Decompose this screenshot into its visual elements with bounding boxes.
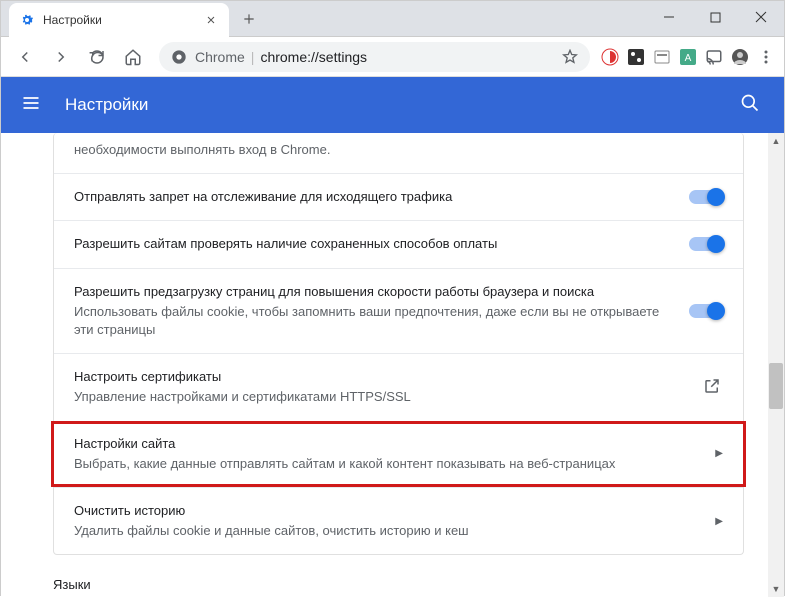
close-tab-icon[interactable] [203,12,219,28]
preload-row[interactable]: Разрешить предзагрузку страниц для повыш… [54,268,743,354]
content-area: необходимости выполнять вход в Chrome. О… [1,133,784,597]
payment-toggle[interactable] [689,237,723,251]
chrome-logo-icon [171,49,187,65]
dnt-row[interactable]: Отправлять запрет на отслеживание для ис… [54,173,743,220]
signin-row-tail: необходимости выполнять вход в Chrome. [54,133,743,173]
scroll-down-icon[interactable]: ▼ [768,581,784,597]
back-button[interactable] [9,41,41,73]
menu-icon[interactable] [21,93,45,117]
preload-toggle[interactable] [689,304,723,318]
chevron-right-icon: ▶ [715,516,723,527]
extension-icon-4[interactable]: A [678,47,698,67]
extension-icons: A [600,47,776,67]
browser-menu-icon[interactable] [756,47,776,67]
privacy-card: необходимости выполнять вход в Chrome. О… [53,133,744,555]
languages-section-label: Языки [53,577,784,592]
page-title: Настройки [65,95,740,115]
certificates-row[interactable]: Настроить сертификаты Управление настрой… [54,353,743,420]
dnt-toggle[interactable] [689,190,723,204]
address-scheme: Chrome [195,49,245,65]
new-tab-button[interactable] [235,5,263,33]
chevron-right-icon: ▶ [715,448,723,459]
profile-avatar-icon[interactable] [730,47,750,67]
window-titlebar: Настройки [1,1,784,37]
site-title: Настройки сайта [74,435,695,453]
maximize-button[interactable] [692,1,738,33]
dnt-label: Отправлять запрет на отслеживание для ис… [74,188,669,206]
preload-sub: Использовать файлы cookie, чтобы запомни… [74,303,669,339]
close-window-button[interactable] [738,1,784,33]
search-icon[interactable] [740,93,764,117]
scrollbar-thumb[interactable] [769,363,783,409]
minimize-button[interactable] [646,1,692,33]
address-separator: | [251,49,255,65]
browser-tab[interactable]: Настройки [9,3,229,37]
cast-icon[interactable] [704,47,724,67]
payment-row[interactable]: Разрешить сайтам проверять наличие сохра… [54,220,743,267]
scrollbar[interactable]: ▲ ▼ [768,133,784,597]
tab-title: Настройки [43,13,203,27]
extension-icon-3[interactable] [652,47,672,67]
site-sub: Выбрать, какие данные отправлять сайтам … [74,455,695,473]
external-link-icon [703,377,723,397]
gear-icon [19,12,35,28]
settings-header: Настройки [1,77,784,133]
clear-history-row[interactable]: Очистить историю Удалить файлы cookie и … [54,487,743,554]
certs-sub: Управление настройками и сертификатами H… [74,388,683,406]
preload-title: Разрешить предзагрузку страниц для повыш… [74,283,669,301]
window-controls [646,1,784,33]
address-url: chrome://settings [260,49,367,65]
forward-button[interactable] [45,41,77,73]
site-settings-row[interactable]: Настройки сайта Выбрать, какие данные от… [51,421,746,487]
svg-text:A: A [685,53,692,64]
payment-label: Разрешить сайтам проверять наличие сохра… [74,235,669,253]
extension-icon-2[interactable] [626,47,646,67]
clear-title: Очистить историю [74,502,695,520]
reload-button[interactable] [81,41,113,73]
certs-title: Настроить сертификаты [74,368,683,386]
clear-sub: Удалить файлы cookie и данные сайтов, оч… [74,522,695,540]
scroll-up-icon[interactable]: ▲ [768,133,784,149]
home-button[interactable] [117,41,149,73]
star-icon[interactable] [562,49,578,65]
address-bar[interactable]: Chrome | chrome://settings [159,42,590,72]
extension-icon-1[interactable] [600,47,620,67]
signin-sub: необходимости выполнять вход в Chrome. [74,141,723,159]
browser-toolbar: Chrome | chrome://settings A [1,37,784,77]
